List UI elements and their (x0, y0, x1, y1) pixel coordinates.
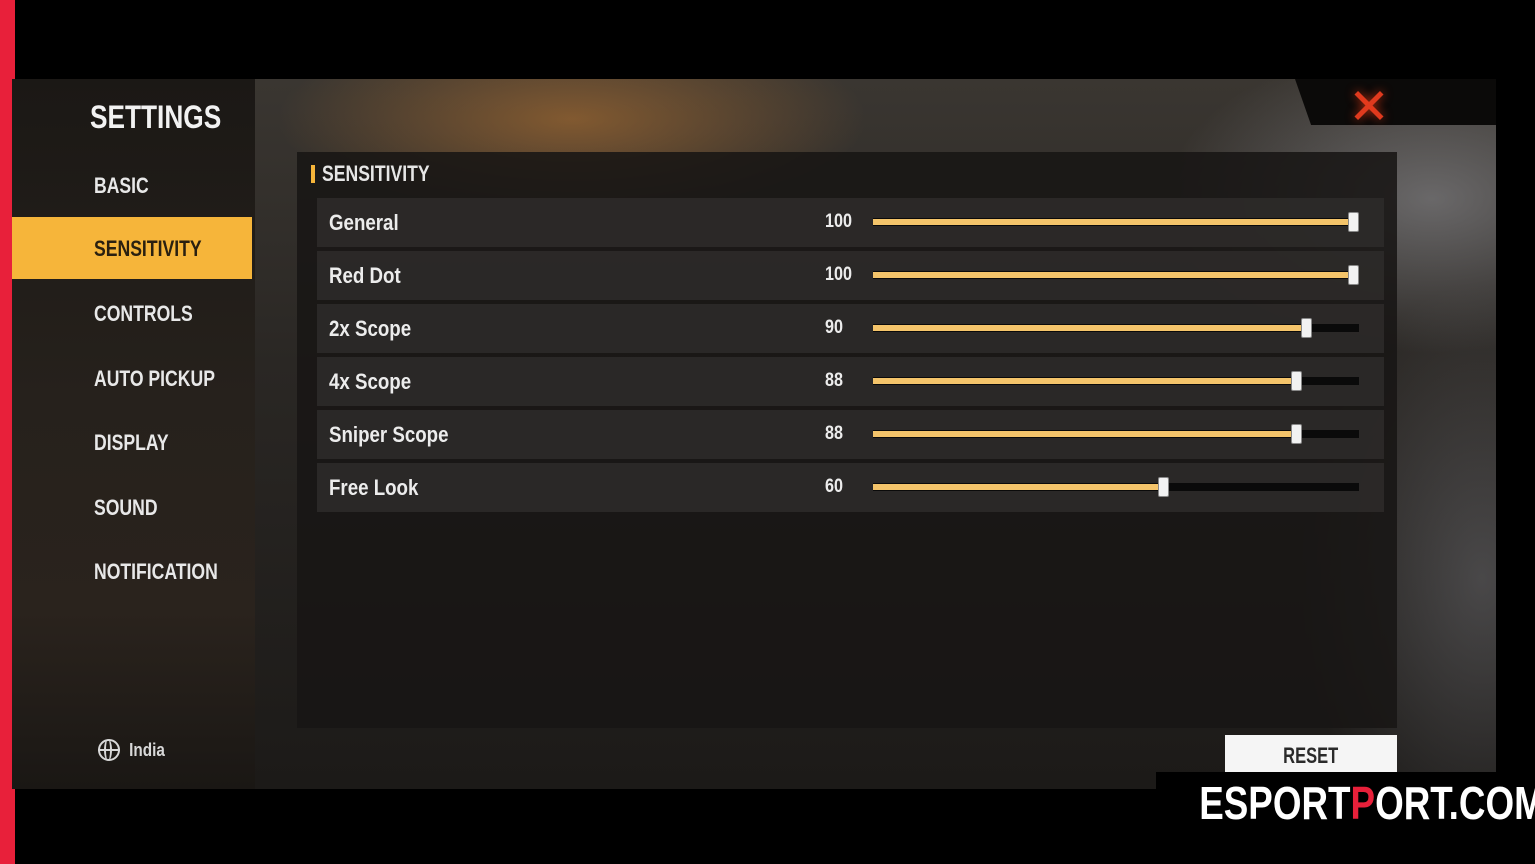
slider-fill (873, 219, 1354, 225)
sensitivity-slider[interactable] (873, 424, 1359, 444)
sensitivity-slider[interactable] (873, 371, 1359, 391)
reset-label: RESET (1283, 743, 1339, 768)
sidebar-item-label: BASIC (94, 173, 149, 198)
panel-header: SENSITIVITY (311, 160, 456, 190)
slider-row: Red Dot 100 (317, 251, 1384, 300)
slider-row: Free Look 60 (317, 463, 1384, 512)
sidebar-item-controls[interactable]: CONTROLS (12, 282, 252, 344)
sidebar-item-label: AUTO PICKUP (94, 366, 215, 391)
slider-label: 4x Scope (329, 369, 412, 394)
settings-window: SETTINGS BASIC SENSITIVITY CONTROLS AUTO… (12, 79, 1496, 789)
slider-label: Sniper Scope (329, 422, 449, 447)
sidebar-item-basic[interactable]: BASIC (12, 154, 252, 216)
close-icon[interactable] (1349, 86, 1389, 126)
slider-fill (873, 325, 1307, 331)
slider-thumb[interactable] (1291, 424, 1302, 444)
slider-row: 4x Scope 88 (317, 357, 1384, 406)
sensitivity-slider[interactable] (873, 265, 1359, 285)
slider-value: 88 (825, 370, 843, 391)
slider-label: General (329, 210, 399, 235)
sensitivity-slider[interactable] (873, 212, 1359, 232)
sidebar: SETTINGS BASIC SENSITIVITY CONTROLS AUTO… (12, 79, 255, 789)
slider-label: Free Look (329, 475, 419, 500)
slider-value: 100 (825, 264, 852, 285)
slider-row: Sniper Scope 88 (317, 410, 1384, 459)
region-selector[interactable]: India (98, 739, 168, 762)
settings-title: SETTINGS (90, 99, 222, 135)
sidebar-item-label: SENSITIVITY (94, 236, 202, 261)
close-tab (1295, 79, 1496, 125)
sidebar-item-label: SOUND (94, 495, 158, 520)
slider-row: General 100 (317, 198, 1384, 247)
slider-row: 2x Scope 90 (317, 304, 1384, 353)
slider-value: 100 (825, 211, 852, 232)
slider-thumb[interactable] (1158, 477, 1169, 497)
watermark-highlight: P (1350, 777, 1376, 829)
slider-value: 90 (825, 317, 843, 338)
sensitivity-slider[interactable] (873, 318, 1359, 338)
sidebar-item-label: DISPLAY (94, 430, 169, 455)
watermark: ESPORTPORT.COM (1156, 772, 1535, 834)
slider-thumb[interactable] (1291, 371, 1302, 391)
slider-label: Red Dot (329, 263, 401, 288)
sidebar-item-label: CONTROLS (94, 301, 193, 326)
slider-fill (873, 272, 1354, 278)
sidebar-item-label: NOTIFICATION (94, 559, 218, 584)
slider-value: 60 (825, 476, 843, 497)
sidebar-item-sound[interactable]: SOUND (12, 476, 252, 538)
sensitivity-slider[interactable] (873, 477, 1359, 497)
slider-fill (873, 431, 1297, 437)
slider-thumb[interactable] (1348, 265, 1359, 285)
sidebar-item-display[interactable]: DISPLAY (12, 411, 252, 473)
slider-fill (873, 378, 1297, 384)
watermark-text-2: ORT.COM (1375, 777, 1535, 829)
sidebar-item-notification[interactable]: NOTIFICATION (12, 540, 252, 602)
slider-value: 88 (825, 423, 843, 444)
panel-title: SENSITIVITY (322, 161, 430, 187)
region-label: India (129, 739, 165, 760)
slider-thumb[interactable] (1348, 212, 1359, 232)
sidebar-item-sensitivity[interactable]: SENSITIVITY (12, 217, 252, 279)
watermark-text-1: ESPORT (1199, 777, 1351, 829)
header-marker (311, 165, 315, 184)
reset-button[interactable]: RESET (1225, 735, 1397, 777)
globe-icon (98, 739, 120, 762)
slider-fill (873, 484, 1164, 490)
sidebar-item-auto-pickup[interactable]: AUTO PICKUP (12, 347, 252, 409)
slider-label: 2x Scope (329, 316, 412, 341)
slider-thumb[interactable] (1301, 318, 1312, 338)
sensitivity-panel: SENSITIVITY General 100 Red Dot 100 2x Scope… (297, 152, 1397, 728)
